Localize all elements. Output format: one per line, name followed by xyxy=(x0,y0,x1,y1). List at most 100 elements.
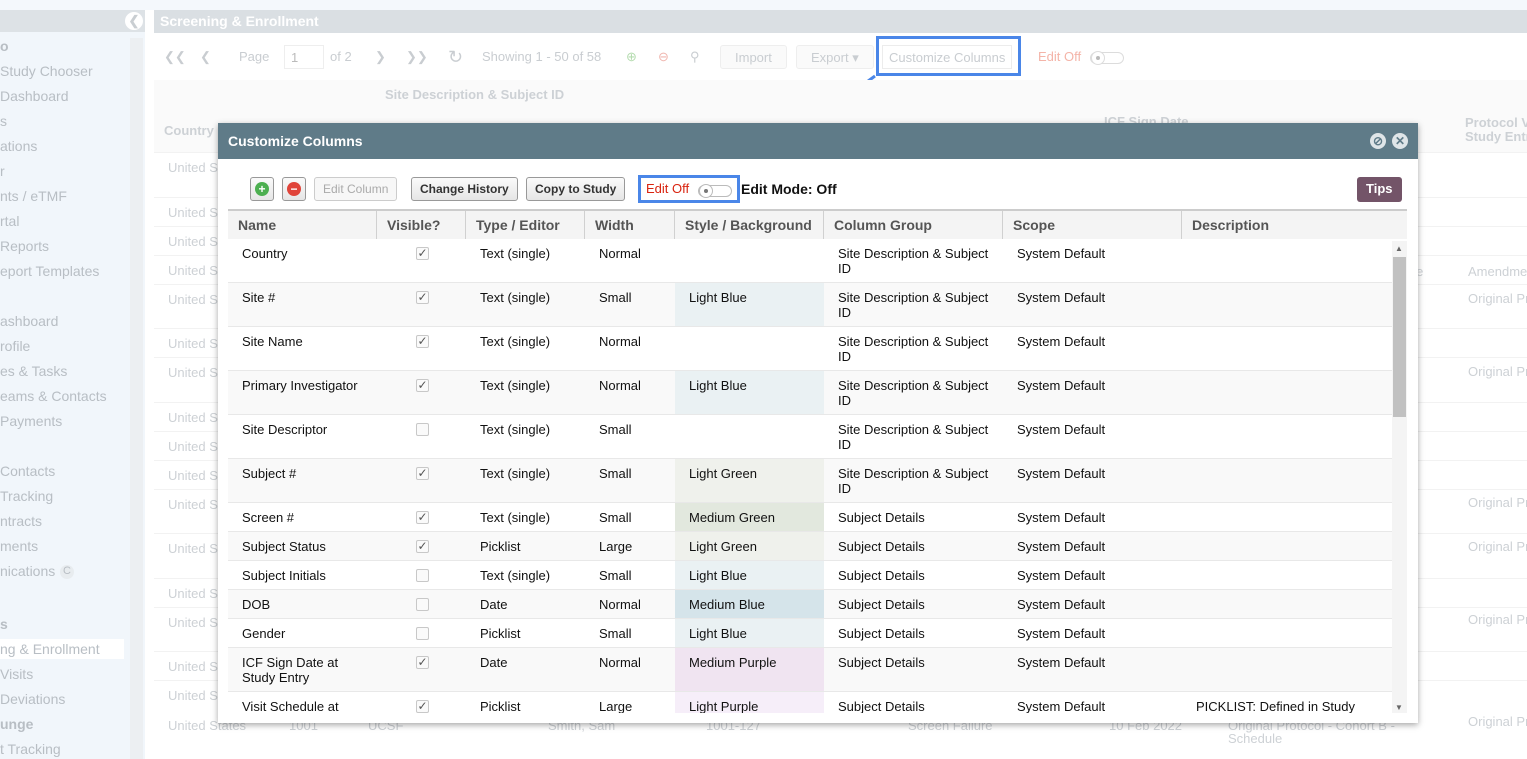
add-icon[interactable]: ⊕ xyxy=(626,45,637,69)
table-row[interactable]: Gender Picklist Small Light Blue Subject Det… xyxy=(228,619,1392,648)
sidebar-item[interactable]: eams & Contacts xyxy=(0,388,107,404)
cell-desc xyxy=(1182,561,1392,589)
sidebar-item[interactable]: Deviations xyxy=(0,691,65,707)
sidebar-item[interactable]: Dashboard xyxy=(0,88,69,104)
sidebar-item[interactable]: s xyxy=(0,616,8,632)
column-protocol: Protocol V Study Entr xyxy=(1465,115,1527,144)
customize-columns-highlight xyxy=(876,36,1021,76)
sidebar-item[interactable]: ntracts xyxy=(0,513,42,529)
column-header[interactable]: Description xyxy=(1182,211,1407,239)
cell-width: Normal xyxy=(599,378,641,393)
table-row[interactable]: Subject Initials Text (single) Small Light … xyxy=(228,561,1392,590)
checkbox-checked[interactable]: ✓ xyxy=(416,291,429,304)
refresh-icon[interactable]: ↻ xyxy=(448,45,463,69)
edit-toggle[interactable] xyxy=(1090,51,1124,65)
table-row[interactable]: DOB Date Normal Medium Blue Subject Details S… xyxy=(228,590,1392,619)
sidebar-item[interactable]: ations xyxy=(0,138,37,154)
table-row[interactable]: ICF Sign Date at Study Entry ✓ Date Normal M… xyxy=(228,648,1392,692)
search-icon[interactable]: ⚲ xyxy=(690,45,700,69)
table-row[interactable]: Site Name ✓ Text (single) Normal Site Descri… xyxy=(228,327,1392,371)
sidebar-item[interactable]: ashboard xyxy=(0,313,58,329)
bg-cell: United S xyxy=(168,541,218,556)
sidebar-item[interactable]: nts / eTMF xyxy=(0,188,67,204)
sidebar-item[interactable]: o xyxy=(0,38,9,54)
checkbox-unchecked[interactable] xyxy=(416,627,429,640)
sidebar-item[interactable]: Visits xyxy=(0,666,33,682)
prev-page-icon[interactable]: ❮ xyxy=(200,45,211,69)
sidebar-item[interactable]: Contacts xyxy=(0,463,55,479)
edit-mode-toggle[interactable] xyxy=(698,184,732,198)
export-button[interactable]: Export ▾ xyxy=(796,45,874,69)
sidebar-item[interactable]: nications xyxy=(0,563,55,579)
scroll-up-icon[interactable]: ▲ xyxy=(1395,244,1403,253)
table-row[interactable]: Primary Investigator ✓ Text (single) Normal… xyxy=(228,371,1392,415)
sidebar-item[interactable]: eport Templates xyxy=(0,263,99,279)
edit-column-button[interactable]: Edit Column xyxy=(314,177,398,201)
checkbox-unchecked[interactable] xyxy=(416,423,429,436)
column-header[interactable]: Width xyxy=(585,211,675,239)
next-page-icon[interactable]: ❯ xyxy=(375,45,386,69)
sidebar-item[interactable]: rofile xyxy=(0,338,30,354)
first-page-icon[interactable]: ❮❮ xyxy=(164,45,186,69)
sidebar-item[interactable]: r xyxy=(0,163,5,179)
sidebar-item[interactable]: Study Chooser xyxy=(0,63,93,79)
collapse-sidebar-icon[interactable]: ❮ xyxy=(125,12,143,30)
sidebar-item[interactable]: ments xyxy=(0,538,38,554)
table-row[interactable]: Subject Status ✓ Picklist Large Light Green S… xyxy=(228,532,1392,561)
table-row[interactable]: Subject # ✓ Text (single) Small Light Green S… xyxy=(228,459,1392,503)
grid-scrollbar[interactable]: ▲ ▼ xyxy=(1392,241,1407,713)
scroll-down-icon[interactable]: ▼ xyxy=(1395,703,1403,712)
page-title: Screening & Enrollment xyxy=(154,10,1527,33)
scrollbar-thumb[interactable] xyxy=(1393,257,1406,417)
sidebar-item[interactable]: s xyxy=(0,113,7,129)
checkbox-checked[interactable]: ✓ xyxy=(416,247,429,260)
page-input[interactable]: 1 xyxy=(284,45,324,69)
remove-icon[interactable]: ⊖ xyxy=(658,45,669,69)
plus-icon: + xyxy=(255,182,269,196)
checkbox-unchecked[interactable] xyxy=(416,569,429,582)
close-icon[interactable]: ✕ xyxy=(1392,133,1408,149)
checkbox-checked[interactable]: ✓ xyxy=(416,540,429,553)
checkbox-checked[interactable]: ✓ xyxy=(416,700,429,713)
cell-group: Subject Details xyxy=(838,510,925,525)
copy-to-study-button[interactable]: Copy to Study xyxy=(526,177,626,201)
checkbox-checked[interactable]: ✓ xyxy=(416,335,429,348)
column-header[interactable]: Type / Editor xyxy=(466,211,585,239)
table-row[interactable]: Screen # ✓ Text (single) Small Medium Green S… xyxy=(228,503,1392,532)
checkbox-checked[interactable]: ✓ xyxy=(416,467,429,480)
checkbox-checked[interactable]: ✓ xyxy=(416,379,429,392)
sidebar-item[interactable]: t Tracking xyxy=(0,741,61,757)
remove-column-button[interactable]: − xyxy=(282,177,306,201)
table-row[interactable]: Visit Schedule at ✓ Picklist Large Light Pur… xyxy=(228,692,1392,713)
sidebar-item[interactable]: unge xyxy=(0,716,33,732)
column-header[interactable]: Name xyxy=(228,211,377,239)
sidebar-item[interactable]: Reports xyxy=(0,238,49,254)
column-header[interactable]: Visible? xyxy=(377,211,466,239)
maximize-icon[interactable]: ⊘ xyxy=(1370,133,1386,149)
table-row[interactable]: Country ✓ Text (single) Normal Site Descript… xyxy=(228,239,1392,283)
cell-scope: System Default xyxy=(1017,510,1106,525)
tips-button[interactable]: Tips xyxy=(1357,177,1402,202)
columns-grid: Name Visible? Type / Editor Width Style / Ba… xyxy=(228,209,1407,713)
sidebar-item[interactable]: Payments xyxy=(0,413,62,429)
cell-width: Normal xyxy=(599,655,641,670)
checkbox-unchecked[interactable] xyxy=(416,598,429,611)
table-row[interactable]: Site # ✓ Text (single) Small Light Blue Site … xyxy=(228,283,1392,327)
sidebar-item[interactable]: Tracking xyxy=(0,488,53,504)
column-header[interactable]: Column Group xyxy=(824,211,1003,239)
add-column-button[interactable]: + xyxy=(250,177,274,201)
cell-desc xyxy=(1182,415,1392,458)
column-header[interactable]: Scope xyxy=(1003,211,1182,239)
sidebar-item[interactable]: rtal xyxy=(0,213,19,229)
cell-desc xyxy=(1182,532,1392,560)
table-row[interactable]: Site Descriptor Text (single) Small Site De… xyxy=(228,415,1392,459)
checkbox-checked[interactable]: ✓ xyxy=(416,511,429,524)
change-history-button[interactable]: Change History xyxy=(411,177,518,201)
sidebar-item[interactable]: es & Tasks xyxy=(0,363,67,379)
column-header[interactable]: Style / Background xyxy=(675,211,824,239)
import-button[interactable]: Import xyxy=(720,45,787,69)
checkbox-checked[interactable]: ✓ xyxy=(416,656,429,669)
sidebar-item[interactable]: ng & Enrollment xyxy=(0,639,124,659)
sidebar-scrollbar[interactable] xyxy=(130,38,143,759)
last-page-icon[interactable]: ❯❯ xyxy=(406,45,428,69)
